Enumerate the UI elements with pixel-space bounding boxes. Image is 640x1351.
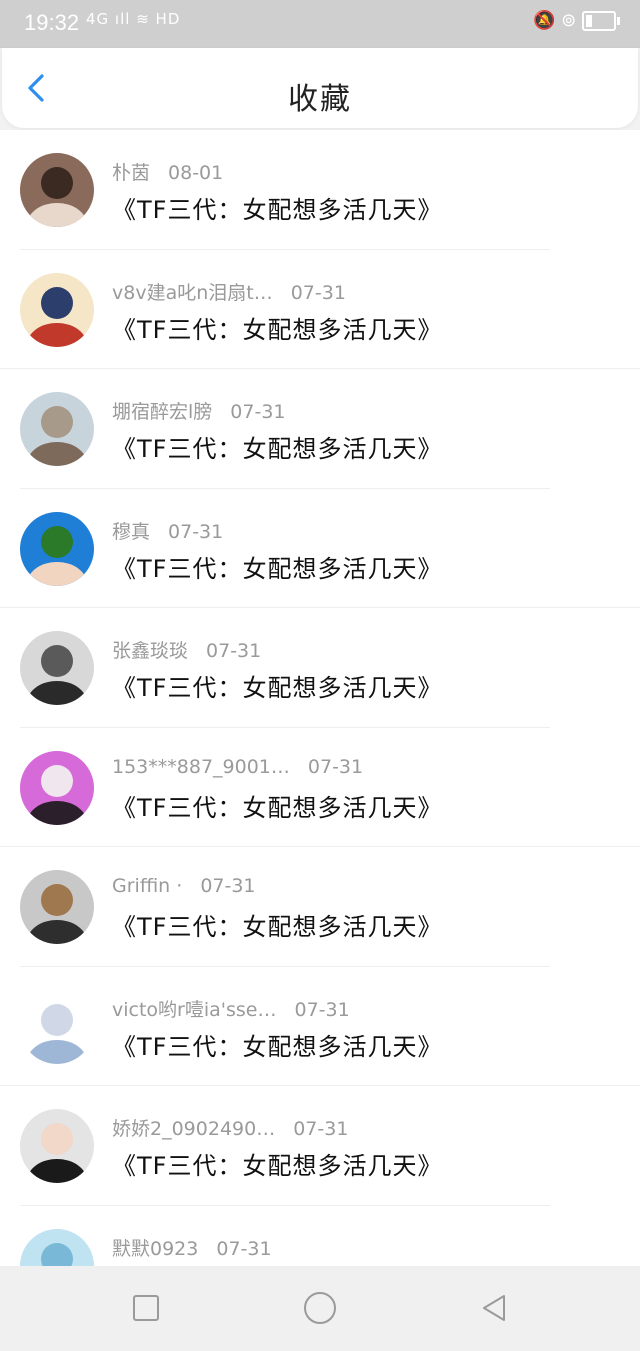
- book-title[interactable]: 《TF三代：女配想多活几天》: [112, 1027, 442, 1062]
- item-meta: 张鑫琰琰 07-31: [112, 636, 261, 663]
- list-item[interactable]: victo哟r噎ia'sse… 07-31 《TF三代：女配想多活几天》: [0, 967, 640, 1086]
- user-name[interactable]: 堋宿醉宏l膀: [112, 401, 212, 423]
- list-item[interactable]: v8v建a叱n泪扇t… 07-31 《TF三代：女配想多活几天》: [0, 250, 640, 369]
- book-title[interactable]: 《TF三代：女配想多活几天》: [112, 190, 442, 225]
- item-date: 07-31: [168, 520, 224, 543]
- item-date: 07-31: [294, 998, 350, 1021]
- status-bar: 19:32 4G ıll ≋ HD 🔕 ⊚: [0, 0, 640, 48]
- item-meta: 穆真 07-31: [112, 517, 223, 544]
- list-item[interactable]: 153***887_9001… 07-31 《TF三代：女配想多活几天》: [0, 728, 640, 847]
- user-name[interactable]: v8v建a叱n泪扇t…: [112, 282, 273, 304]
- avatar[interactable]: [20, 272, 94, 347]
- user-name[interactable]: 朴茵: [112, 162, 150, 184]
- list-item[interactable]: 娇娇2_0902490… 07-31 《TF三代：女配想多活几天》: [0, 1086, 640, 1206]
- avatar[interactable]: [20, 870, 94, 944]
- user-name[interactable]: victo哟r噎ia'sse…: [112, 999, 277, 1021]
- battery-icon: [582, 11, 620, 31]
- avatar[interactable]: [20, 392, 94, 466]
- avatar[interactable]: [20, 511, 94, 586]
- avatar[interactable]: [20, 631, 94, 705]
- book-title[interactable]: 《TF三代：女配想多活几天》: [112, 788, 442, 823]
- system-icons: 🔕 ⊚: [533, 10, 577, 31]
- status-time: 19:32: [24, 10, 80, 35]
- book-title[interactable]: 《TF三代：女配想多活几天》: [112, 668, 442, 703]
- book-title[interactable]: 《TF三代：女配想多活几天》: [112, 549, 442, 584]
- item-meta: victo哟r噎ia'sse… 07-31: [112, 995, 350, 1022]
- book-title[interactable]: 《TF三代：女配想多活几天》: [112, 429, 442, 464]
- user-name[interactable]: 张鑫琰琰: [112, 640, 188, 662]
- signal-icons: 4G ıll ≋ HD: [86, 10, 181, 28]
- circle-icon[interactable]: [302, 1290, 338, 1326]
- list-item[interactable]: 默默0923 07-31: [0, 1206, 640, 1266]
- user-name[interactable]: 娇娇2_0902490…: [112, 1118, 275, 1140]
- item-meta: 默默0923 07-31: [112, 1234, 272, 1261]
- list-item[interactable]: 穆真 07-31 《TF三代：女配想多活几天》: [0, 489, 640, 608]
- top-header: 收藏: [2, 48, 638, 128]
- avatar[interactable]: [20, 153, 94, 227]
- list-item[interactable]: 张鑫琰琰 07-31 《TF三代：女配想多活几天》: [0, 608, 640, 728]
- avatar[interactable]: [20, 989, 94, 1064]
- item-meta: 朴茵 08-01: [112, 158, 223, 185]
- item-date: 07-31: [293, 1118, 349, 1140]
- item-date: 07-31: [290, 281, 346, 304]
- item-meta: 堋宿醉宏l膀 07-31: [112, 397, 286, 424]
- avatar[interactable]: [20, 1228, 94, 1266]
- item-date: 07-31: [206, 640, 262, 662]
- book-title[interactable]: 《TF三代：女配想多活几天》: [112, 1146, 442, 1181]
- list-item[interactable]: Griffin · 07-31 《TF三代：女配想多活几天》: [0, 847, 640, 967]
- square-icon[interactable]: [130, 1292, 162, 1324]
- item-date: 07-31: [307, 755, 364, 778]
- user-name[interactable]: 153***887_9001…: [112, 756, 290, 778]
- avatar[interactable]: [20, 1109, 94, 1183]
- favorites-list[interactable]: 朴茵 08-01 《TF三代：女配想多活几天》 v8v建a叱n泪扇t… 07-31 《TF…: [0, 130, 640, 1266]
- item-date: 07-31: [216, 1237, 272, 1260]
- system-nav-bar: [0, 1266, 640, 1351]
- item-meta: 娇娇2_0902490… 07-31: [112, 1114, 348, 1141]
- list-item[interactable]: 朴茵 08-01 《TF三代：女配想多活几天》: [0, 130, 640, 250]
- list-item[interactable]: 堋宿醉宏l膀 07-31 《TF三代：女配想多活几天》: [0, 369, 640, 489]
- item-date: 07-31: [200, 875, 256, 897]
- item-meta: 153***887_9001… 07-31: [112, 756, 363, 778]
- user-name[interactable]: 默默0923: [112, 1238, 198, 1260]
- page-title: 收藏: [288, 82, 352, 117]
- user-name[interactable]: 穆真: [112, 521, 150, 543]
- book-title[interactable]: 《TF三代：女配想多活几天》: [112, 310, 442, 345]
- avatar[interactable]: [20, 750, 94, 825]
- item-meta: Griffin · 07-31: [112, 875, 256, 897]
- triangle-back-icon[interactable]: [478, 1292, 510, 1324]
- item-date: 08-01: [168, 162, 224, 184]
- user-name[interactable]: Griffin ·: [112, 875, 182, 897]
- item-meta: v8v建a叱n泪扇t… 07-31: [112, 278, 346, 305]
- status-right-icons: 🔕 ⊚: [533, 10, 620, 31]
- book-title[interactable]: 《TF三代：女配想多活几天》: [112, 907, 442, 942]
- item-date: 07-31: [230, 401, 286, 423]
